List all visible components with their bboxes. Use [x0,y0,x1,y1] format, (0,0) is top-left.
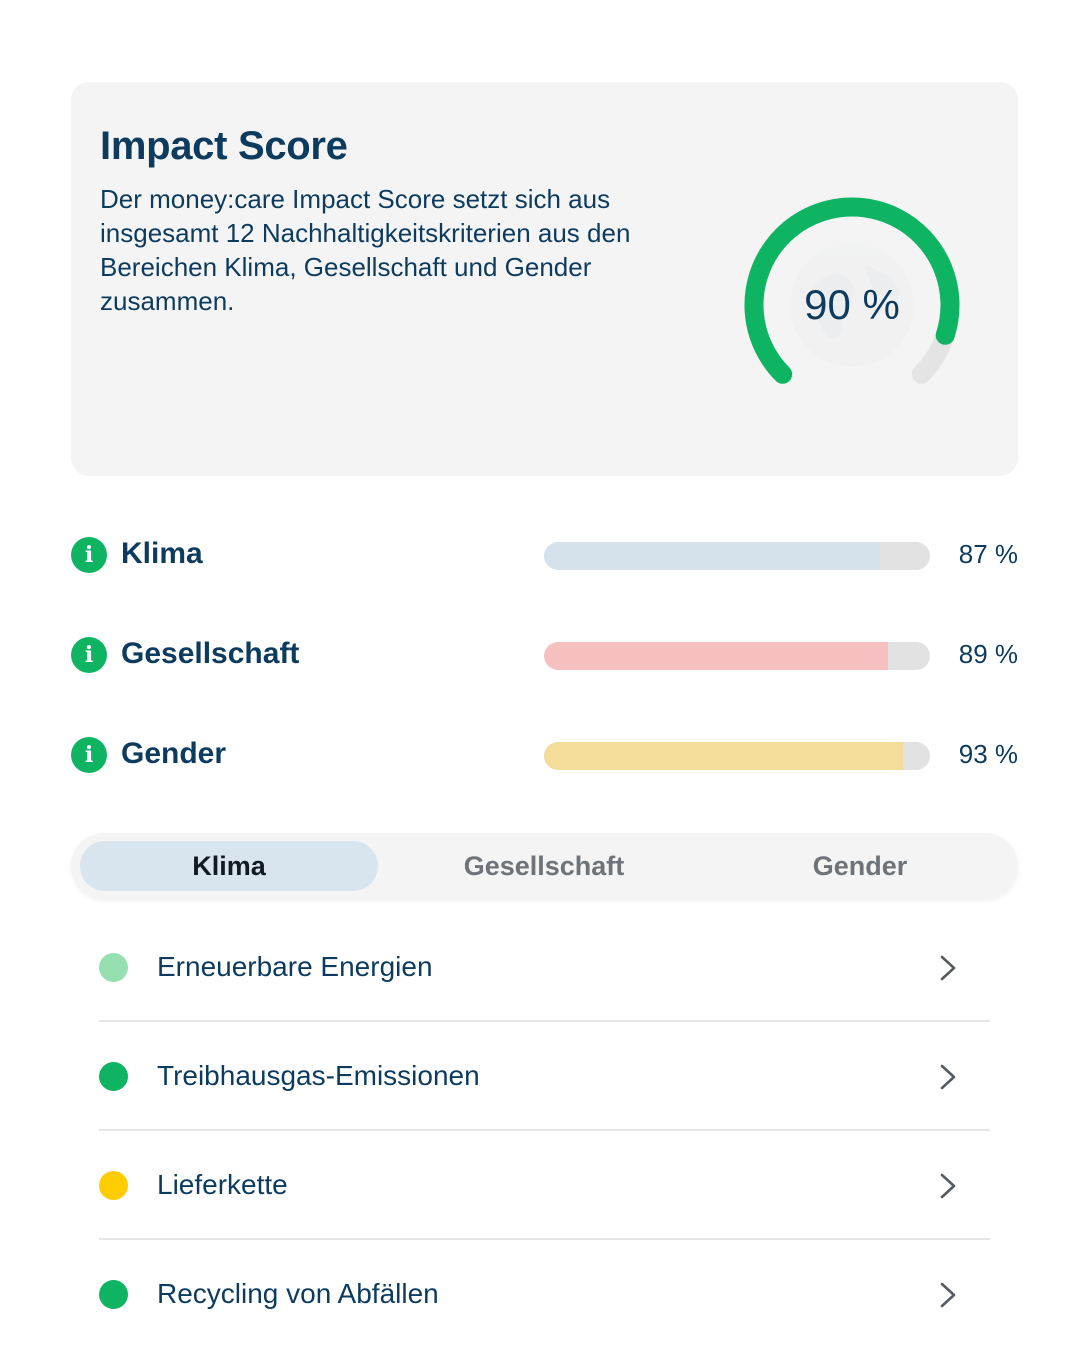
impact-score-gauge: 90 % [741,194,963,416]
category-percent: 93 % [958,739,1018,769]
criterion-item[interactable]: Recycling von Abfällen [99,1240,990,1349]
impact-score-title: Impact Score [100,124,348,168]
chevron-right-icon [940,955,956,981]
status-dot [99,1171,128,1200]
progress-bar-fill [544,742,903,770]
category-percent: 87 % [958,539,1018,569]
category-row-klima: i Klima 87 % [71,535,1018,575]
tab-gender[interactable]: Gender [711,841,1009,891]
category-row-gesellschaft: i Gesellschaft 89 % [71,635,1018,675]
status-dot [99,1062,128,1091]
info-icon[interactable]: i [71,637,107,673]
progress-bar [544,642,930,670]
criterion-item[interactable]: Treibhausgas-Emissionen [99,1022,990,1131]
criterion-item[interactable]: Lieferkette [99,1131,990,1240]
info-icon[interactable]: i [71,537,107,573]
criteria-list: Erneuerbare Energien Treibhausgas-Emissi… [99,913,990,1349]
tab-klima[interactable]: Klima [80,841,378,891]
impact-score-description: Der money:care Impact Score setzt sich a… [100,184,631,316]
category-label: Gender [121,737,227,770]
progress-bar-fill [544,642,888,670]
criterion-label: Erneuerbare Energien [157,951,433,982]
chevron-right-icon [940,1282,956,1308]
tab-gesellschaft[interactable]: Gesellschaft [395,841,693,891]
progress-bar [544,542,930,570]
criterion-label: Recycling von Abfällen [157,1278,439,1309]
criterion-item[interactable]: Erneuerbare Energien [99,913,990,1022]
criterion-label: Treibhausgas-Emissionen [157,1060,480,1091]
category-label: Gesellschaft [121,637,300,670]
progress-bar [544,742,930,770]
impact-score-card: Impact Score Der money:care Impact Score… [71,82,1018,476]
criterion-label: Lieferkette [157,1169,288,1200]
status-dot [99,1280,128,1309]
chevron-right-icon [940,1064,956,1090]
category-row-gender: i Gender 93 % [71,735,1018,775]
impact-score-value: 90 % [804,281,900,328]
category-tabs: Klima Gesellschaft Gender [71,833,1018,899]
chevron-right-icon [940,1173,956,1199]
category-percent: 89 % [958,639,1018,669]
status-dot [99,953,128,982]
category-label: Klima [121,537,203,570]
info-icon[interactable]: i [71,737,107,773]
progress-bar-fill [544,542,880,570]
